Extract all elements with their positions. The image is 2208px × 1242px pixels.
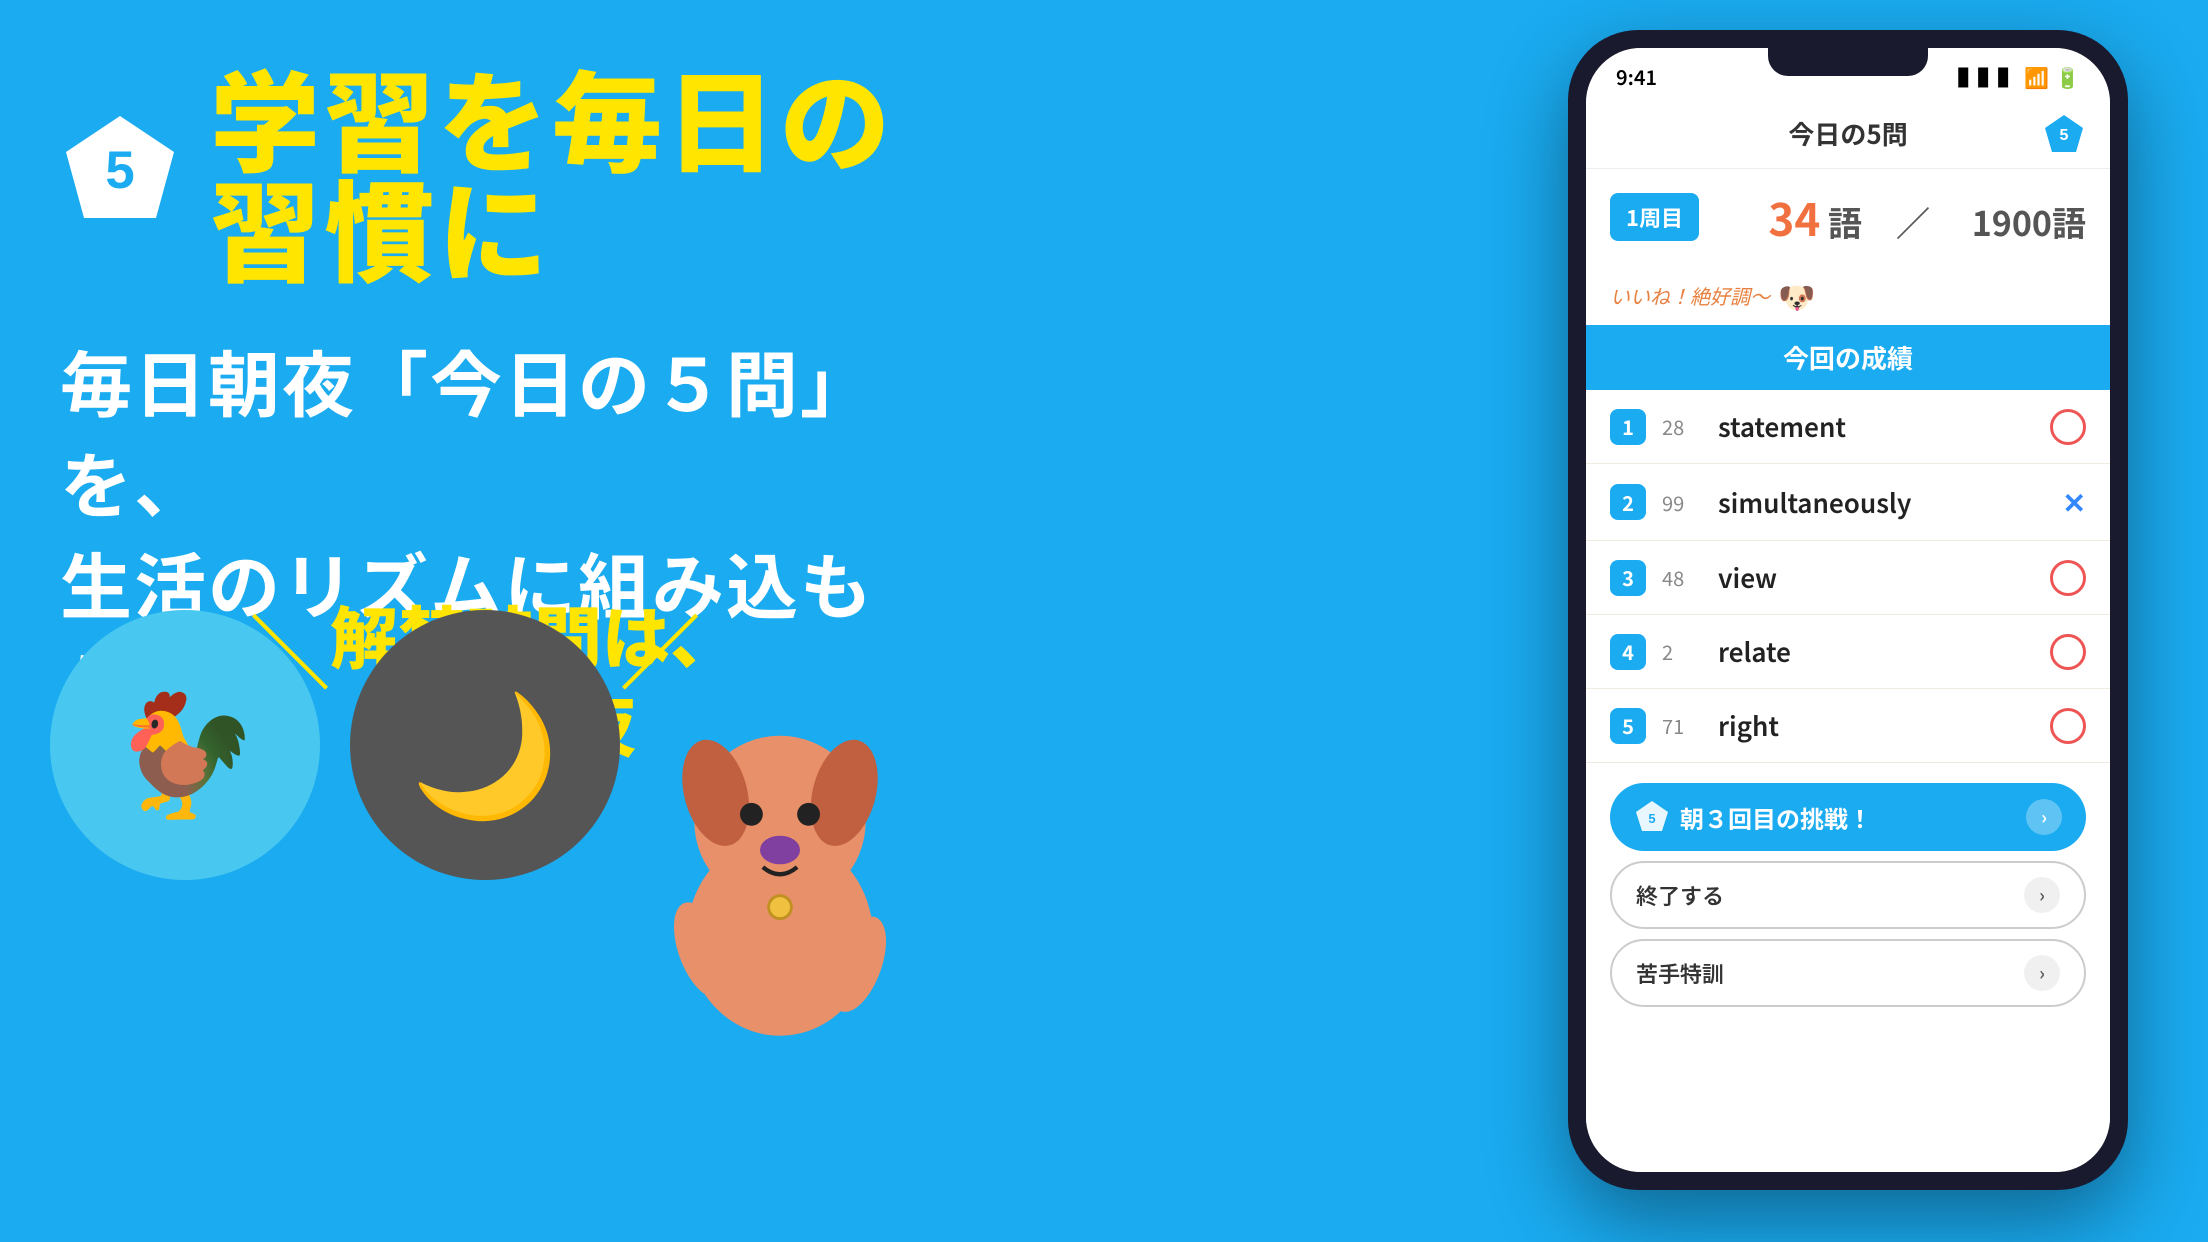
result-circle-3: [2050, 560, 2086, 596]
mascot-character: [620, 650, 940, 1050]
round-label: 1周目: [1610, 193, 1699, 241]
step-badge: 5: [60, 110, 180, 230]
status-icons: ▌▌▌ 📶 🔋: [1958, 62, 2080, 91]
item-word-5: right: [1718, 707, 2034, 744]
weak-training-button[interactable]: 苦手特訓 ›: [1610, 939, 2086, 1007]
main-title: 学習を毎日の習慣に: [210, 60, 960, 280]
challenge-badge-icon: 5: [1634, 799, 1670, 835]
phone-screen: 9:41 ▌▌▌ 📶 🔋 今日の5問 5 1周目 34: [1586, 48, 2110, 1172]
count-display: 34 語 ／ 1900語: [1768, 185, 2086, 249]
item-freq-3: 48: [1662, 563, 1702, 592]
signal-icon: ▌▌▌: [1958, 62, 2018, 91]
title-row: 5 学習を毎日の習慣に: [60, 60, 960, 280]
finish-button[interactable]: 終了する ›: [1610, 861, 2086, 929]
praise-mascot: 🐶: [1778, 273, 1815, 317]
header-pentagon-badge: 5: [2042, 112, 2086, 156]
phone-container: 9:41 ▌▌▌ 📶 🔋 今日の5問 5 1周目 34: [1568, 30, 2148, 1210]
moon-circle: 🌙: [350, 610, 620, 880]
app-header: 今日の5問 5: [1586, 99, 2110, 169]
result-circle-4: [2050, 634, 2086, 670]
count-total: 1900語: [1972, 197, 2086, 246]
finish-label: 終了する: [1636, 879, 1724, 911]
battery-icon: 🔋: [2055, 62, 2080, 91]
svg-text:5: 5: [105, 141, 134, 200]
item-word-3: view: [1718, 559, 2034, 596]
weak-label: 苦手特訓: [1636, 957, 1724, 989]
finish-arrow-icon: ›: [2024, 877, 2060, 913]
result-item: 4 2 relate: [1586, 615, 2110, 689]
result-item: 1 28 statement: [1586, 390, 2110, 464]
result-circle-1: [2050, 409, 2086, 445]
item-freq-4: 2: [1662, 637, 1702, 666]
wifi-icon: 📶: [2024, 62, 2049, 91]
praise-row: いいね！絶好調～ 🐶: [1586, 265, 2110, 325]
rooster-circle: 🐓: [50, 610, 320, 880]
moon-icon: 🌙: [410, 658, 559, 832]
challenge-button[interactable]: 5 朝３回目の挑戦！ ›: [1610, 783, 2086, 851]
result-cross-2: ✕: [2063, 482, 2086, 522]
item-number-1: 1: [1610, 409, 1646, 445]
item-word-2: simultaneously: [1718, 484, 2047, 521]
subtitle-line1: 毎日朝夜「今日の５問」を、: [60, 330, 960, 532]
item-number-2: 2: [1610, 484, 1646, 520]
count-separator: 語 ／: [1828, 197, 1964, 246]
weak-arrow-icon: ›: [2024, 955, 2060, 991]
round-count-row: 1周目 34 語 ／ 1900語: [1586, 169, 2110, 265]
result-item: 2 99 simultaneously ✕: [1586, 464, 2110, 541]
item-freq-5: 71: [1662, 711, 1702, 740]
item-freq-1: 28: [1662, 412, 1702, 441]
challenge-arrow-icon: ›: [2026, 799, 2062, 835]
item-word-1: statement: [1718, 408, 2034, 445]
app-header-title: 今日の5問: [1788, 115, 1907, 152]
item-number-3: 3: [1610, 560, 1646, 596]
results-header: 今回の成績: [1586, 325, 2110, 390]
rooster-icon: 🐓: [110, 658, 259, 832]
phone-shell: 9:41 ▌▌▌ 📶 🔋 今日の5問 5 1周目 34: [1568, 30, 2128, 1190]
item-number-4: 4: [1610, 634, 1646, 670]
result-item: 3 48 view: [1586, 541, 2110, 615]
svg-text:5: 5: [1648, 811, 1655, 826]
item-freq-2: 99: [1662, 488, 1702, 517]
results-list: 1 28 statement 2 99 simultaneously ✕ 3 4…: [1586, 390, 2110, 1172]
item-word-4: relate: [1718, 633, 2034, 670]
status-time: 9:41: [1616, 62, 1657, 91]
praise-text: いいね！絶好調～: [1610, 281, 1770, 310]
item-number-5: 5: [1610, 708, 1646, 744]
result-circle-5: [2050, 708, 2086, 744]
count-current: 34: [1768, 185, 1820, 249]
result-item: 5 71 right: [1586, 689, 2110, 763]
svg-text:5: 5: [2060, 127, 2069, 144]
phone-notch: [1768, 48, 1928, 76]
challenge-label: 朝３回目の挑戦！: [1680, 800, 1872, 835]
